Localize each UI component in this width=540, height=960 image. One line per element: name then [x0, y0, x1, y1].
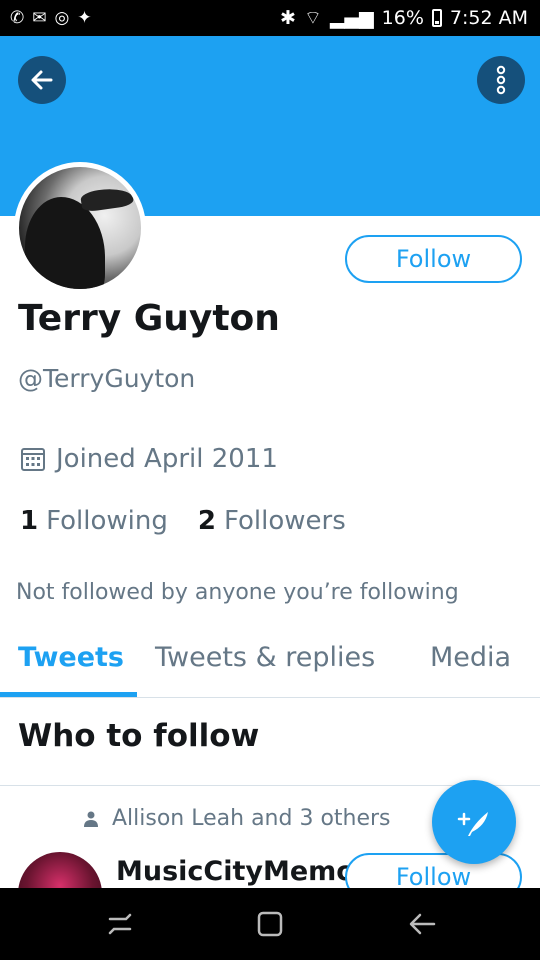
recent-apps-icon: [108, 913, 132, 935]
back-arrow-icon: [409, 913, 436, 935]
joined-date: Joined April 2011: [20, 444, 278, 474]
not-followed-notice: Not followed by anyone you’re following: [16, 580, 459, 605]
home-button[interactable]: [250, 908, 290, 940]
tab-tweets[interactable]: Tweets: [18, 642, 124, 673]
notification-icons: ✆ ✉ ◎ ✦: [10, 7, 92, 29]
missed-call-icon: ✆: [10, 8, 25, 28]
profile-avatar[interactable]: [14, 162, 146, 294]
twitter-bird-icon: ✦: [77, 8, 92, 28]
tab-tweets-replies[interactable]: Tweets & replies: [155, 642, 375, 673]
more-options-button[interactable]: [477, 56, 525, 104]
arrow-left-icon: [31, 70, 53, 90]
followers-count[interactable]: 2: [198, 506, 216, 536]
wifi-icon: ⌔: [303, 7, 322, 29]
compose-tweet-button[interactable]: [432, 780, 516, 864]
more-vertical-icon: [496, 65, 506, 95]
system-navigation-bar: [0, 888, 540, 960]
suggestion-name[interactable]: MusicCityMemo: [116, 856, 355, 887]
back-button[interactable]: [18, 56, 66, 104]
system-status: ✱ ⌔ ▂▄▆ 16% 7:52 AM: [280, 6, 528, 30]
instagram-icon: ◎: [54, 8, 70, 28]
avatar-raven-beak: [79, 185, 135, 213]
follow-button[interactable]: Follow: [345, 235, 522, 283]
compose-feather-icon: [457, 812, 488, 836]
following-count[interactable]: 1: [20, 506, 38, 536]
who-to-follow-title: Who to follow: [18, 718, 260, 754]
active-tab-indicator: [0, 692, 137, 697]
mail-icon: ✉: [32, 8, 47, 28]
battery-percent: 16%: [381, 7, 424, 29]
profile-handle: @TerryGuyton: [18, 364, 196, 393]
home-square-icon: [257, 911, 283, 937]
status-bar: ✆ ✉ ◎ ✦ ✱ ⌔ ▂▄▆ 16% 7:52 AM: [0, 0, 540, 36]
recent-apps-button[interactable]: [100, 908, 140, 940]
bluetooth-icon: ✱: [280, 7, 296, 29]
profile-tabs: Tweets Tweets & replies Media: [0, 632, 540, 698]
tab-media[interactable]: Media: [430, 642, 511, 673]
battery-icon: [431, 9, 442, 27]
signal-icon: ▂▄▆: [329, 7, 374, 29]
clock: 7:52 AM: [449, 7, 528, 29]
joined-text: Joined April 2011: [56, 444, 278, 474]
calendar-icon: [21, 448, 45, 471]
suggestion-context-text: Allison Leah and 3 others: [112, 806, 391, 831]
follow-counts: 1 Following 2 Followers: [20, 506, 346, 536]
person-icon: [84, 811, 98, 827]
following-label[interactable]: Following: [46, 506, 168, 536]
suggestion-context: Allison Leah and 3 others: [84, 806, 391, 831]
avatar-raven-body: [25, 197, 105, 289]
back-nav-button[interactable]: [402, 908, 442, 940]
followers-label[interactable]: Followers: [224, 506, 346, 536]
profile-name: Terry Guyton: [18, 298, 280, 339]
